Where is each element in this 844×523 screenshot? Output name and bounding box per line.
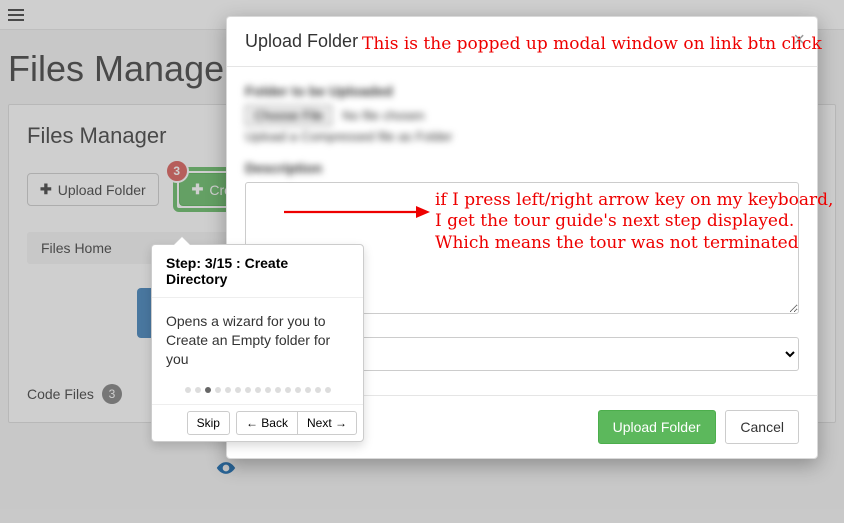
helper-text: Upload a Compressed file as Folder — [245, 129, 799, 144]
upload-submit-button[interactable]: Upload Folder — [598, 410, 716, 444]
description-label: Description — [245, 160, 322, 176]
folder-label: Folder to be Uploaded — [245, 83, 393, 99]
tour-next-button[interactable]: Next → — [297, 411, 357, 435]
annotation-side: if I press left/right arrow key on my ke… — [435, 190, 833, 254]
modal-title: Upload Folder — [245, 31, 358, 52]
annotation-top: This is the popped up modal window on li… — [362, 34, 822, 54]
popover-arrow — [174, 237, 190, 245]
choose-file-button[interactable]: Choose File — [245, 105, 332, 126]
tour-popover: Step: 3/15 : Create Directory Opens a wi… — [151, 244, 364, 442]
cancel-button[interactable]: Cancel — [725, 410, 799, 444]
tour-title: Step: 3/15 : Create Directory — [152, 245, 363, 298]
annotation-arrow-icon — [282, 203, 430, 221]
tour-dots — [152, 379, 363, 404]
tour-skip-button[interactable]: Skip — [187, 411, 230, 435]
no-file-text: No file chosen — [342, 108, 424, 123]
tour-body: Opens a wizard for you to Create an Empt… — [152, 298, 363, 379]
tour-back-button[interactable]: ← Back — [236, 411, 297, 435]
